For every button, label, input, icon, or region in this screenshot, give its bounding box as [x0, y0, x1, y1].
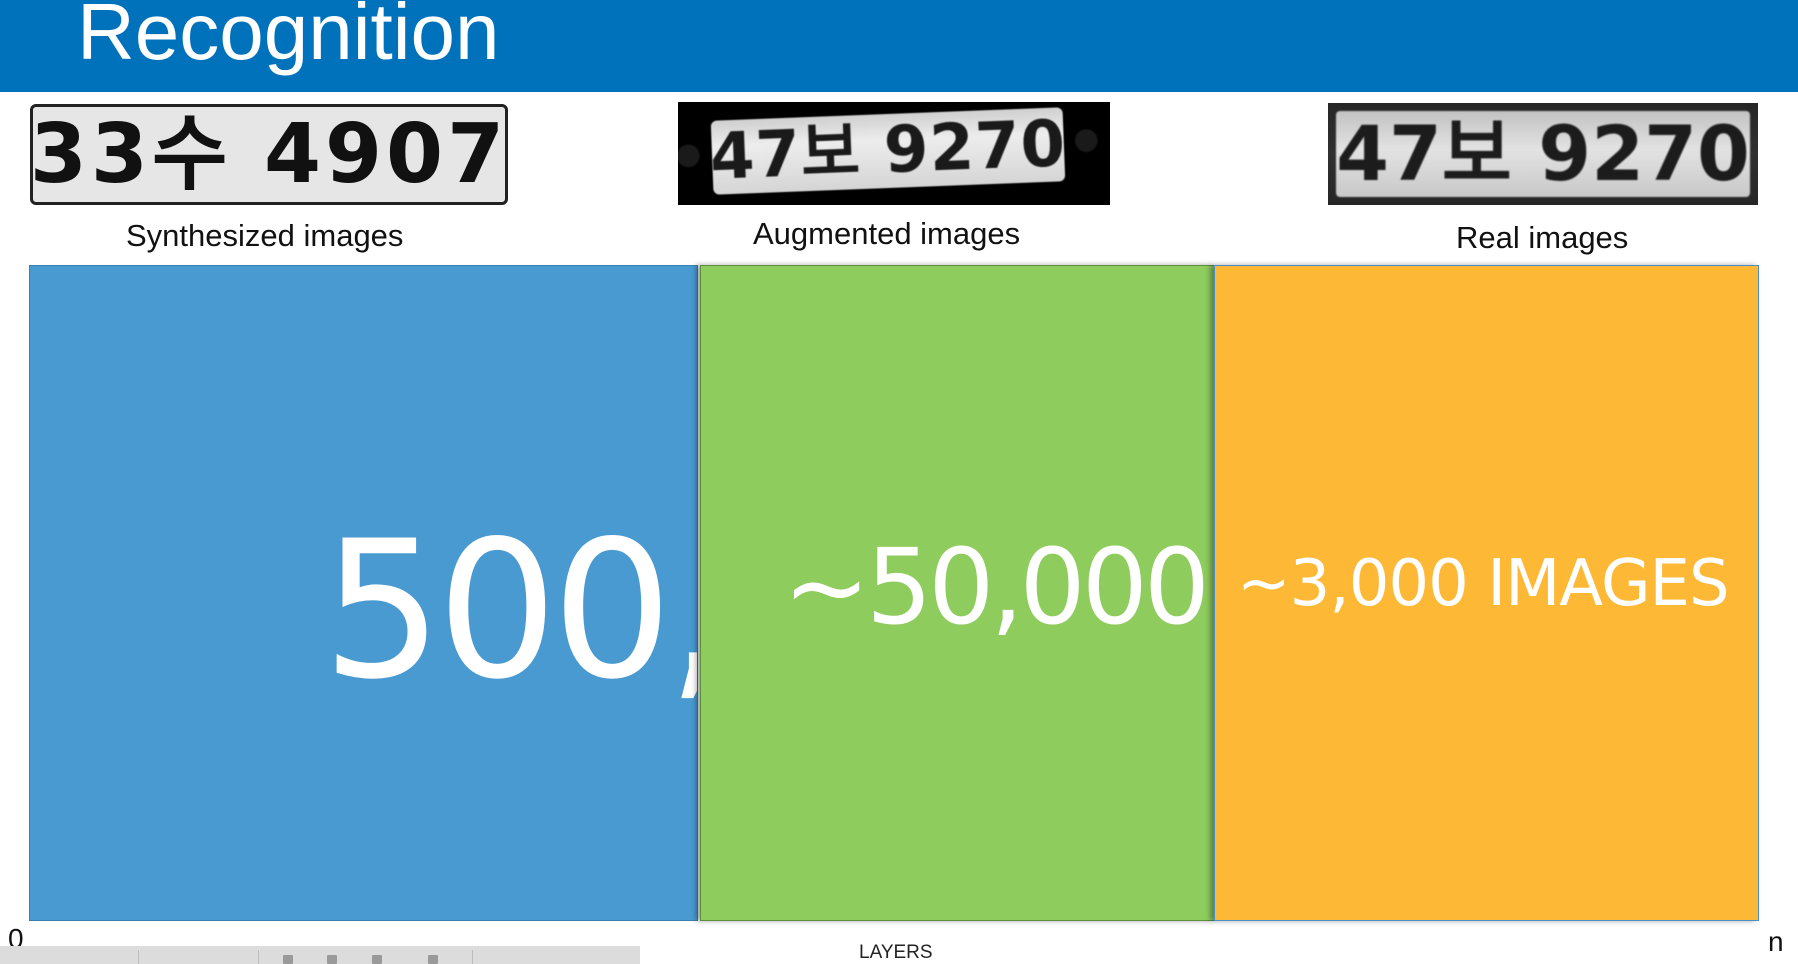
augmented-caption: Augmented images	[753, 216, 1021, 251]
synthesized-count: 500,	[322, 500, 698, 721]
synthesized-caption: Synthesized images	[126, 218, 404, 253]
real-plate-image: •47보 9270•	[1328, 103, 1758, 205]
real-plate-surface: •47보 9270•	[1328, 111, 1758, 197]
augmented-plate-surface: •47보 9270•	[678, 106, 1109, 197]
toolbar-icon[interactable]	[372, 955, 382, 964]
bottom-toolbar	[0, 946, 640, 964]
toolbar-icon[interactable]	[327, 955, 337, 964]
axis-end-label: n	[1768, 926, 1784, 957]
toolbar-separator	[472, 950, 473, 964]
header-bar: Recognition	[0, 0, 1798, 92]
augmented-volume-block: ~50,000	[700, 265, 1215, 921]
augmented-count: ~50,000	[783, 526, 1210, 648]
augmented-plate-image: •47보 9270•	[678, 102, 1110, 205]
toolbar-separator	[138, 950, 139, 964]
real-count: ~3,000 IMAGES	[1237, 547, 1730, 621]
real-caption: Real images	[1456, 220, 1629, 255]
augmented-plate-text: •47보 9270•	[678, 105, 1110, 197]
toolbar-separator	[258, 950, 259, 964]
synthesized-plate-text: 33수 4907	[30, 106, 508, 202]
toolbar-icon[interactable]	[428, 955, 438, 964]
axis-title: LAYERS	[859, 942, 933, 963]
toolbar-icon[interactable]	[283, 955, 293, 964]
synthesized-plate-image: 33수 4907	[30, 104, 508, 205]
real-plate-text: •47보 9270•	[1328, 109, 1758, 198]
real-volume-block: ~3,000 IMAGES	[1214, 265, 1759, 921]
synthesized-volume-block: 500,	[29, 265, 698, 921]
slide-title: Recognition	[77, 0, 500, 76]
